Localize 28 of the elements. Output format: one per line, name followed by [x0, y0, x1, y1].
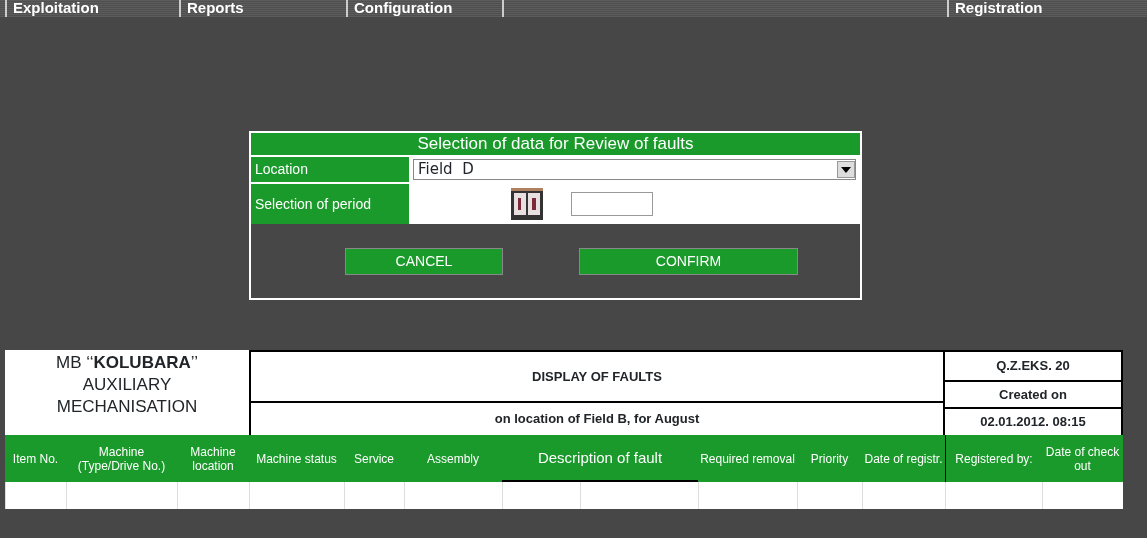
column-header: Service — [344, 435, 404, 482]
menu-item[interactable]: Reports — [179, 0, 346, 17]
calendar-icon[interactable] — [511, 188, 543, 220]
form-code: Q.Z.EKS. 20 — [995, 357, 1071, 376]
dialog-title: Selection of data for Review of faults — [251, 133, 860, 155]
column-header: Assembly — [404, 435, 502, 482]
field-label: Location — [251, 157, 411, 182]
confirm-button[interactable]: CONFIRM — [579, 247, 798, 275]
column-header: Date of check out — [1042, 435, 1123, 482]
created-label: Created on — [945, 379, 1121, 408]
column-header: Registered by: — [945, 435, 1042, 482]
location-dropdown[interactable]: Field D — [413, 159, 856, 180]
column-header: Priority — [797, 435, 862, 482]
report-title: DISPLAY OF FAULTS — [531, 367, 663, 386]
field-label: Selection of period — [251, 184, 411, 224]
cancel-button[interactable]: CANCEL — [345, 247, 503, 275]
menu-item[interactable]: Configuration — [346, 0, 502, 17]
column-header: Required removal — [698, 435, 797, 482]
menu-item[interactable]: Registration — [947, 0, 1147, 17]
column-header: Item No. — [5, 435, 66, 482]
menu-item[interactable]: Exploitation — [5, 0, 179, 17]
column-header: Date of registr. — [862, 435, 945, 482]
column-header: Description of fault — [502, 435, 698, 482]
column-header: Machine status — [249, 435, 344, 482]
column-header: Machine location — [177, 435, 249, 482]
organization-name: MB ‘‘KOLUBARA’’ AUXILIARY MECHANISATION — [55, 352, 199, 418]
column-header: Machine (Type/Drive No.) — [66, 435, 177, 482]
date-input[interactable] — [571, 192, 653, 216]
